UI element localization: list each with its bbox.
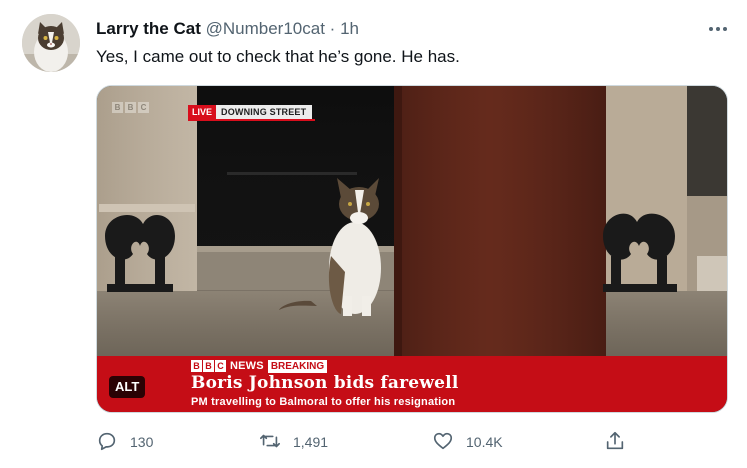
bbc-watermark-letter: B — [125, 102, 136, 113]
share-button[interactable] — [604, 428, 626, 456]
bbc-news-logo-letter: B — [191, 360, 202, 372]
heart-icon — [432, 430, 454, 455]
news-label: NEWS — [230, 360, 264, 372]
bbc-news-brand: B B C NEWS BREAKING — [191, 359, 328, 373]
tweet-header: Larry the Cat @Number10cat · 1h — [96, 18, 359, 40]
bbc-news-logo-letter: C — [215, 360, 226, 372]
live-label: LIVE — [188, 105, 217, 119]
bbc-watermark-letter: C — [138, 102, 149, 113]
tweet-actions: 130 1,491 10.4K — [96, 428, 728, 456]
live-strap-underline — [188, 119, 315, 121]
separator: · — [329, 19, 336, 38]
avatar[interactable] — [22, 14, 80, 72]
like-count: 10.4K — [466, 434, 503, 450]
live-location-strap: LIVE DOWNING STREET — [188, 105, 313, 119]
bbc-news-logo-letter: B — [203, 360, 214, 372]
tweet-media-image[interactable]: B B C LIVE DOWNING STREET B B C NEWS BRE… — [96, 85, 728, 413]
more-horizontal-icon[interactable] — [707, 18, 729, 40]
alt-text-badge[interactable]: ALT — [109, 376, 146, 398]
bbc-watermark-letter: B — [112, 102, 123, 113]
reply-count: 130 — [130, 434, 154, 450]
retweet-count: 1,491 — [293, 434, 329, 450]
author-name[interactable]: Larry the Cat — [96, 19, 201, 38]
share-icon — [604, 430, 626, 455]
bbc-watermark-logo: B B C — [112, 102, 149, 113]
retweet-icon — [259, 430, 281, 455]
like-button[interactable]: 10.4K — [432, 428, 503, 456]
ticker-subline: PM travelling to Balmoral to offer his r… — [191, 396, 456, 408]
tweet[interactable]: Larry the Cat @Number10cat · 1h Yes, I c… — [0, 0, 747, 468]
ticker-headline: Boris Johnson bids farewell — [191, 373, 459, 393]
breaking-badge: BREAKING — [267, 359, 328, 373]
tweet-text: Yes, I came out to check that he’s gone.… — [96, 47, 460, 66]
reply-button[interactable]: 130 — [96, 428, 153, 456]
author-handle[interactable]: @Number10cat — [206, 19, 325, 38]
location-label: DOWNING STREET — [221, 107, 307, 117]
retweet-button[interactable]: 1,491 — [259, 428, 328, 456]
reply-icon — [96, 430, 118, 455]
timestamp[interactable]: 1h — [340, 19, 359, 38]
